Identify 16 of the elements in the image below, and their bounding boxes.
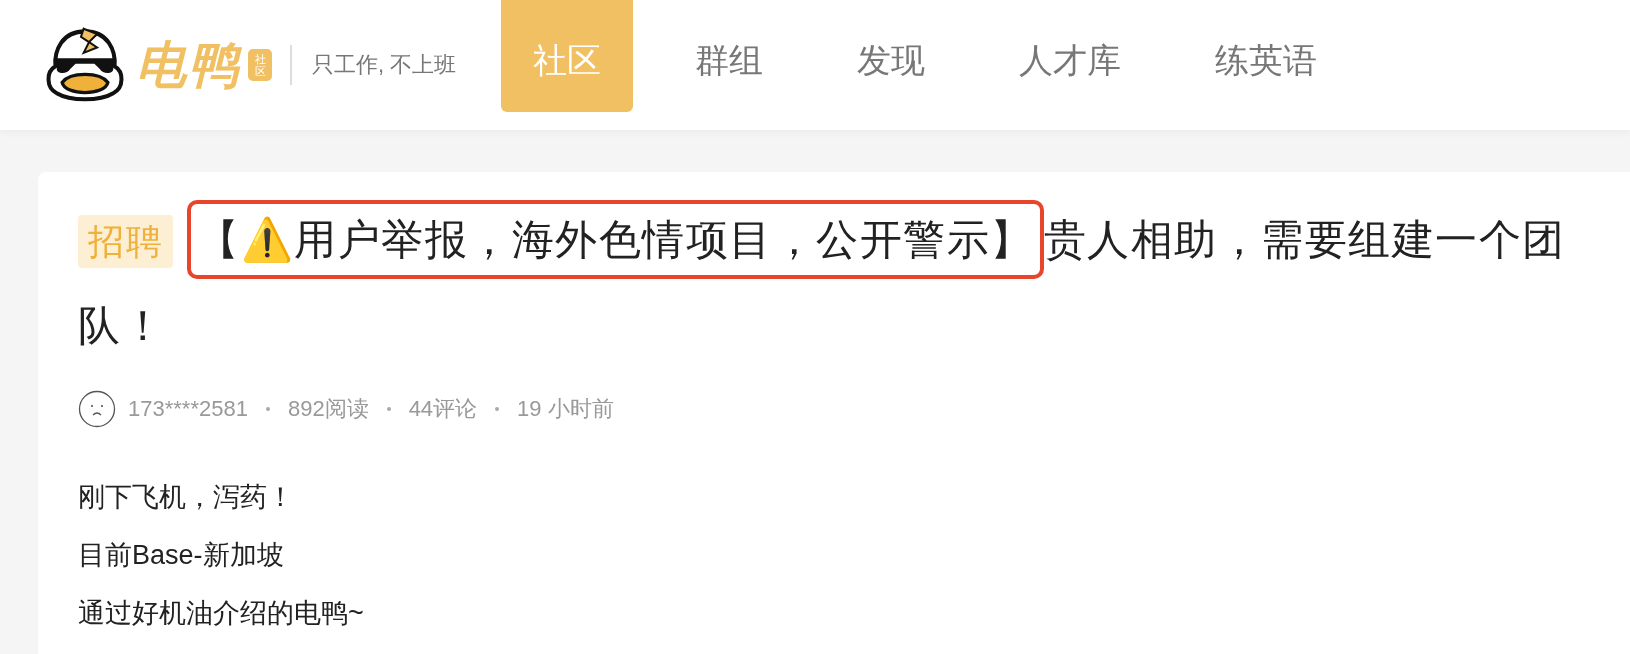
nav-tab[interactable]: 发现 bbox=[825, 0, 958, 112]
brand-badge: 社区 bbox=[248, 48, 272, 82]
comment-count: 44评论 bbox=[408, 395, 478, 423]
brand-logo: 电鸭 bbox=[136, 35, 240, 95]
category-tag: 招聘 bbox=[78, 215, 173, 268]
nav-tab[interactable]: 练英语 bbox=[1183, 0, 1350, 112]
avatar-icon bbox=[78, 390, 116, 428]
nav-tab[interactable]: 人才库 bbox=[987, 0, 1154, 112]
body-text-line: 通过好机油介绍的电鸭~ bbox=[78, 597, 365, 630]
post-time: 19 小时前 bbox=[517, 395, 614, 423]
read-count: 892阅读 bbox=[287, 395, 369, 423]
body-text-line: 目前Base-新加坡 bbox=[78, 539, 285, 572]
body-text-line: 刚下飞机，泻药！ bbox=[78, 481, 295, 514]
author-name[interactable]: 173****2581 bbox=[128, 396, 248, 422]
slogan: 只工作, 不上班 bbox=[312, 51, 457, 79]
nav-tab[interactable]: 群组 bbox=[663, 0, 796, 112]
